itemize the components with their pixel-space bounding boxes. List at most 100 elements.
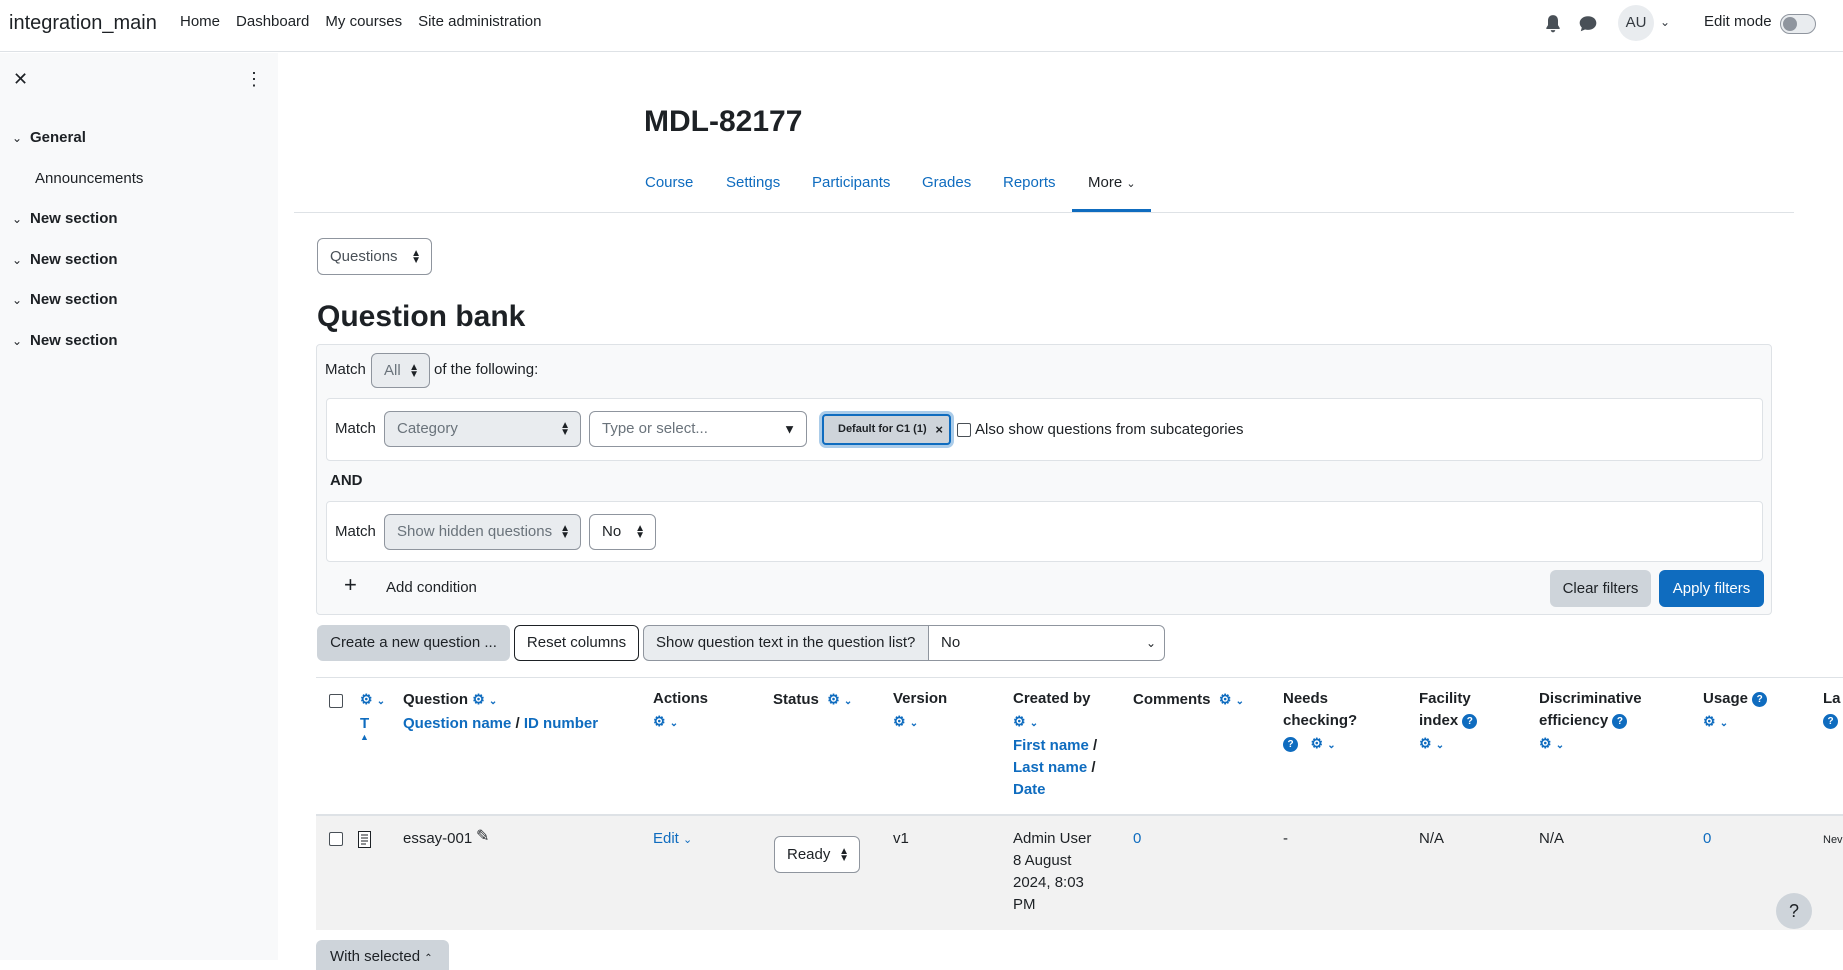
chevron-down-icon[interactable]: ⌄ [1327, 740, 1335, 751]
gear-icon[interactable]: ⚙ [1539, 735, 1552, 751]
chevron-down-icon[interactable]: ⌄ [670, 718, 678, 729]
with-selected-button[interactable]: With selected ⌃ [316, 940, 449, 970]
help-icon[interactable]: ? [1462, 714, 1478, 729]
comments-count-link[interactable]: 0 [1133, 828, 1141, 850]
chevron-down-icon[interactable]: ⌄ [489, 696, 497, 707]
condition-match-label: Match [335, 523, 376, 540]
gear-icon[interactable]: ⚙ [1013, 713, 1026, 729]
status-select[interactable]: Ready ▲ ▼ [774, 836, 860, 873]
version-value: v1 [893, 830, 909, 847]
user-avatar[interactable]: AU [1618, 5, 1654, 41]
usage-count-link[interactable]: 0 [1703, 828, 1711, 850]
nav-dashboard[interactable]: Dashboard [236, 13, 309, 30]
gear-icon[interactable]: ⚙ [472, 691, 485, 707]
sort-first-name-link[interactable]: First name [1013, 737, 1089, 754]
pencil-edit-icon[interactable]: ✎ [476, 826, 489, 848]
gear-icon[interactable]: ⚙ [1311, 735, 1324, 751]
close-icon[interactable]: ✕ [13, 69, 28, 90]
chevron-down-icon[interactable]: ⌄ [12, 212, 30, 226]
help-button[interactable]: ? [1776, 893, 1812, 929]
sort-type-link[interactable]: T [360, 715, 369, 732]
chevron-down-icon[interactable]: ⌄ [844, 696, 852, 707]
selected-category-chip[interactable]: Default for C1 (1) × [822, 414, 951, 445]
chevron-down-icon[interactable]: ⌄ [1720, 718, 1728, 729]
sort-date-link[interactable]: Date [1013, 781, 1046, 798]
chevron-down-icon[interactable]: ⌄ [1030, 718, 1038, 729]
tab-more[interactable]: More ⌄ [1088, 174, 1136, 191]
gear-icon[interactable]: ⚙ [1703, 713, 1716, 729]
kebab-menu-icon[interactable]: ⋮ [245, 69, 263, 90]
subcategories-checkbox[interactable] [957, 423, 971, 437]
chevron-down-icon[interactable]: ⌄ [1236, 696, 1244, 707]
tab-participants[interactable]: Participants [812, 174, 890, 191]
needs-checking-column-header: Needs checking? ? ⚙ ⌄ [1283, 690, 1358, 752]
edit-mode-toggle[interactable] [1780, 14, 1816, 34]
condition-field-select[interactable]: Show hidden questions ▲ ▼ [384, 514, 581, 550]
course-title: MDL-82177 [644, 105, 803, 138]
course-index-drawer: ✕ ⋮ ⌄ General Announcements ⌄ New section … [0, 53, 278, 960]
chevron-down-icon[interactable]: ⌄ [1660, 15, 1670, 29]
chevron-down-icon[interactable]: ⌄ [377, 696, 385, 707]
chevron-down-icon[interactable]: ⌄ [1556, 740, 1564, 751]
apply-filters-button[interactable]: Apply filters [1659, 570, 1764, 607]
and-label: AND [330, 472, 363, 489]
chevron-down-icon[interactable]: ⌄ [12, 253, 30, 267]
select-arrows-icon: ▲ ▼ [635, 523, 645, 541]
clear-filters-button[interactable]: Clear filters [1550, 570, 1651, 607]
gear-icon[interactable]: ⚙ [653, 713, 666, 729]
chevron-down-icon[interactable]: ⌄ [12, 293, 30, 307]
sort-id-number-link[interactable]: ID number [524, 715, 598, 732]
gear-icon[interactable]: ⚙ [1219, 691, 1232, 707]
tab-settings[interactable]: Settings [726, 174, 780, 191]
gear-icon[interactable]: ⚙ [827, 691, 840, 707]
condition-field-select[interactable]: Category ▲ ▼ [384, 411, 581, 447]
row-edit-menu[interactable]: Edit ⌄ [653, 828, 692, 851]
notifications-bell-icon[interactable] [1544, 14, 1562, 34]
chevron-down-icon[interactable]: ⌄ [910, 718, 918, 729]
sort-question-name-link[interactable]: Question name [403, 715, 511, 732]
match-all-select[interactable]: All ▲ ▼ [371, 353, 430, 388]
hidden-questions-value-select[interactable]: No ▲ ▼ [589, 514, 656, 550]
messages-chat-icon[interactable] [1578, 14, 1598, 34]
plus-icon[interactable]: + [344, 574, 357, 596]
nav-home[interactable]: Home [180, 13, 220, 30]
chevron-up-icon: ⌃ [424, 953, 433, 964]
nav-my-courses[interactable]: My courses [325, 13, 402, 30]
drawer-item-announcements[interactable]: Announcements [35, 170, 143, 187]
drawer-section[interactable]: ⌄ New section [12, 291, 118, 308]
gear-icon[interactable]: ⚙ [893, 713, 906, 729]
sort-last-name-link[interactable]: Last name [1013, 759, 1087, 776]
essay-question-type-icon [358, 831, 371, 848]
show-question-text-label: Show question text in the question list? [643, 625, 929, 661]
add-condition-button[interactable]: Add condition [386, 579, 477, 596]
drawer-section-general[interactable]: ⌄ General [12, 129, 86, 146]
created-by-value: Admin User 8 August 2024, 8:03 PM [1013, 830, 1092, 913]
type-column-header[interactable]: ⚙ ⌄ T ▲ [360, 688, 385, 758]
question-bank-nav-select[interactable]: Questions ▲ ▼ [317, 238, 432, 275]
chevron-down-icon[interactable]: ⌄ [12, 334, 30, 348]
select-all-checkbox[interactable] [329, 694, 343, 708]
chevron-down-icon[interactable]: ⌄ [12, 131, 30, 145]
remove-chip-icon[interactable]: × [935, 416, 943, 443]
drawer-section[interactable]: ⌄ New section [12, 332, 118, 349]
chevron-down-icon[interactable]: ⌄ [1436, 740, 1444, 751]
drawer-section[interactable]: ⌄ New section [12, 210, 118, 227]
site-brand[interactable]: integration_main [9, 12, 157, 35]
show-question-text-select[interactable]: No ⌄ [928, 625, 1165, 661]
drawer-section[interactable]: ⌄ New section [12, 251, 118, 268]
tab-reports[interactable]: Reports [1003, 174, 1056, 191]
tab-course[interactable]: Course [645, 174, 693, 191]
gear-icon[interactable]: ⚙ [1419, 735, 1432, 751]
subcategories-label: Also show questions from subcategories [975, 421, 1244, 438]
help-icon[interactable]: ? [1752, 692, 1768, 707]
gear-icon[interactable]: ⚙ [360, 691, 373, 707]
row-select-checkbox[interactable] [329, 832, 343, 846]
help-icon[interactable]: ? [1612, 714, 1628, 729]
help-icon[interactable]: ? [1283, 737, 1298, 752]
category-typeahead-input[interactable]: Type or select... ▼ [589, 411, 807, 447]
create-question-button[interactable]: Create a new question ... [317, 625, 510, 661]
help-icon[interactable]: ? [1823, 714, 1838, 729]
tab-grades[interactable]: Grades [922, 174, 971, 191]
nav-site-administration[interactable]: Site administration [418, 13, 541, 30]
reset-columns-button[interactable]: Reset columns [514, 625, 639, 661]
